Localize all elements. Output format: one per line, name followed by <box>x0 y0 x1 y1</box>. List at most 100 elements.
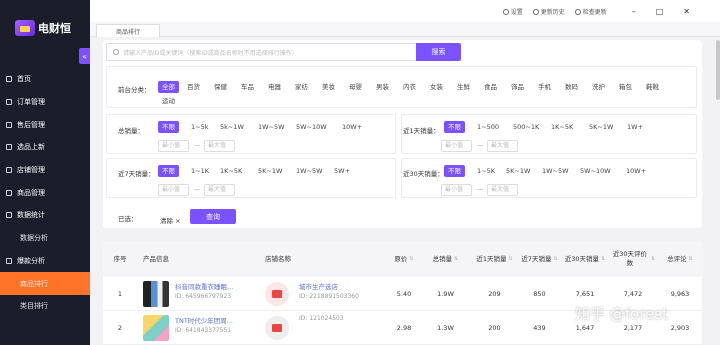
col-d7[interactable]: 近7天销量 ⇅ <box>517 241 562 277</box>
product-title-link[interactable]: 抖音同款重衣睡眠... <box>175 281 233 291</box>
sidebar-item-product-select[interactable]: 选品上新 <box>0 136 90 159</box>
category-option[interactable]: 女装 <box>426 81 447 93</box>
sales-30d-option[interactable]: 5K~1W <box>502 165 534 177</box>
category-option[interactable]: 男装 <box>372 81 393 93</box>
category-option[interactable]: 车品 <box>237 81 258 93</box>
collapse-sidebar-button[interactable]: « <box>79 48 90 64</box>
sales-1d-min-input[interactable]: 最小值 <box>441 140 472 152</box>
history-button[interactable]: 更新历史 <box>532 7 565 16</box>
category-option[interactable]: 洗护 <box>588 81 609 93</box>
sales-7d-option[interactable]: 5K~1W <box>254 165 286 177</box>
check-update-button[interactable]: 检查更新 <box>574 7 607 16</box>
sales-7d-option[interactable]: 1W~5W <box>292 165 327 177</box>
sales-30d-option[interactable]: 1W~5W <box>538 165 573 177</box>
product-image[interactable] <box>143 315 169 341</box>
sidebar-item-data-analysis[interactable]: 数据分析 <box>0 227 90 250</box>
sort-icon[interactable]: ⇅ <box>454 255 458 264</box>
sidebar-item-category-ranking[interactable]: 类目排行 <box>0 295 90 318</box>
sales-7d-option[interactable]: 1~1K <box>187 165 213 177</box>
sales-1d-option[interactable]: 1~500 <box>473 121 503 133</box>
sort-icon[interactable]: ⇅ <box>553 255 557 264</box>
total-sales-option[interactable]: 5W~10W <box>292 121 331 133</box>
category-option[interactable]: 食品 <box>480 81 501 93</box>
product-title-link[interactable]: TNT时代少年团周... <box>175 315 233 325</box>
sidebar-item-aftersales[interactable]: 售后管理 <box>0 113 90 136</box>
sales-30d-option[interactable]: 5W~10W <box>576 165 615 177</box>
sales-30d-min-input[interactable]: 最小值 <box>441 184 472 196</box>
category-option[interactable]: 百货 <box>183 81 204 93</box>
sales-7d-option[interactable]: 1K~5K <box>216 165 246 177</box>
total-sales-option[interactable]: 1W~5W <box>254 121 289 133</box>
sidebar-item-home[interactable]: 首页 <box>0 68 90 91</box>
category-option[interactable]: 箱包 <box>615 81 636 93</box>
sort-icon[interactable]: ⇅ <box>508 255 512 264</box>
sales-7d-option[interactable]: 不限 <box>158 165 179 177</box>
sales-7d-option[interactable]: 5W+ <box>330 165 354 177</box>
category-option[interactable]: 家纺 <box>291 81 312 93</box>
category-option[interactable]: 鞋靴 <box>642 81 663 93</box>
query-button[interactable]: 查询 <box>190 209 236 224</box>
sidebar-item-statistics[interactable]: 数据统计 <box>0 204 90 227</box>
category-option[interactable]: 饰品 <box>507 81 528 93</box>
sales-30d-max-input[interactable]: 最大值 <box>487 184 518 196</box>
sales-1d-option[interactable]: 500~1K <box>509 121 543 133</box>
sales-1d-option[interactable]: 1W+ <box>623 121 647 133</box>
category-option[interactable]: 运动 <box>158 95 179 107</box>
category-option[interactable]: 美妆 <box>318 81 339 93</box>
category-option[interactable]: 全部 <box>158 81 179 93</box>
col-d30[interactable]: 近30天销量 ⇅ <box>562 241 608 277</box>
category-option[interactable]: 内衣 <box>399 81 420 93</box>
col-total[interactable]: 总销量 ⇅ <box>419 241 472 277</box>
sales-1d-option[interactable]: 不限 <box>444 121 465 133</box>
sales-1d-option[interactable]: 5K~1W <box>585 121 617 133</box>
shop-name-link[interactable]: 城市生产选店 <box>299 281 338 291</box>
sales-7d-max-input[interactable]: 最大值 <box>204 184 235 196</box>
category-option[interactable]: 电器 <box>264 81 285 93</box>
product-icon <box>6 189 12 196</box>
col-price[interactable]: 原价 ⇅ <box>389 241 419 277</box>
clock-icon <box>532 8 539 15</box>
category-option[interactable]: 保健 <box>210 81 231 93</box>
product-image[interactable] <box>143 281 169 307</box>
sales-7d-box <box>106 158 396 198</box>
sales-30d-option[interactable]: 1~5K <box>473 165 499 177</box>
close-icon[interactable]: ✕ <box>683 7 690 16</box>
sales-30d-option[interactable]: 不限 <box>444 165 465 177</box>
clear-filters-button[interactable]: 清除 × <box>160 215 181 225</box>
sort-icon[interactable]: ⇅ <box>651 255 655 264</box>
col-reviews[interactable]: 总评论 ⇅ <box>658 241 702 277</box>
sales-7d-min-input[interactable]: 最小值 <box>158 184 189 196</box>
search-input[interactable]: 请输入产品ID或关键词（搜索ID或商品名称时不用选择排行操作） <box>106 43 417 61</box>
col-d1[interactable]: 近1天销量 ⇅ <box>472 241 517 277</box>
sort-icon[interactable]: ⇅ <box>601 255 605 264</box>
check-update-label: 检查更新 <box>582 8 607 16</box>
total-sales-option[interactable]: 1~5k <box>187 121 212 133</box>
category-option[interactable]: 母婴 <box>345 81 366 93</box>
settings-button[interactable]: 设置 <box>502 7 523 16</box>
scrollbar[interactable] <box>716 40 720 100</box>
sales-1d-max-input[interactable]: 最大值 <box>487 140 518 152</box>
total-sales-min-input[interactable]: 最小值 <box>158 140 189 152</box>
sales-30d-option[interactable]: 10W+ <box>622 165 650 177</box>
sales-1d-option[interactable]: 1K~5K <box>547 121 577 133</box>
sidebar-item-product-ranking[interactable]: 商品排行 <box>0 272 90 295</box>
tab-product-ranking[interactable]: 商品排行 <box>96 24 160 37</box>
category-option[interactable]: 生鲜 <box>453 81 474 93</box>
category-option[interactable]: 数码 <box>561 81 582 93</box>
sidebar-item-products[interactable]: 商品管理 <box>0 181 90 204</box>
sort-icon[interactable]: ⇅ <box>689 255 693 264</box>
total-sales-max-input[interactable]: 最大值 <box>204 140 235 152</box>
search-button[interactable]: 搜索 <box>416 43 461 61</box>
sidebar-item-hot-analysis[interactable]: 爆款分析 <box>0 250 90 273</box>
total-sales-option[interactable]: 不限 <box>158 121 179 133</box>
col-eval30[interactable]: 近30天评价数 ⇅ <box>608 241 658 277</box>
sales-1d-cell: 209 <box>488 290 501 298</box>
total-sales-option[interactable]: 5k~1W <box>216 121 248 133</box>
category-option[interactable]: 手机 <box>534 81 555 93</box>
maximize-icon[interactable]: □ <box>656 7 664 16</box>
sidebar-item-orders[interactable]: 订单管理 <box>0 91 90 114</box>
sidebar-item-shops[interactable]: 店铺管理 <box>0 159 90 182</box>
sort-icon[interactable]: ⇅ <box>409 255 413 264</box>
total-sales-option[interactable]: 10W+ <box>338 121 366 133</box>
minimize-icon[interactable]: – <box>632 7 636 16</box>
